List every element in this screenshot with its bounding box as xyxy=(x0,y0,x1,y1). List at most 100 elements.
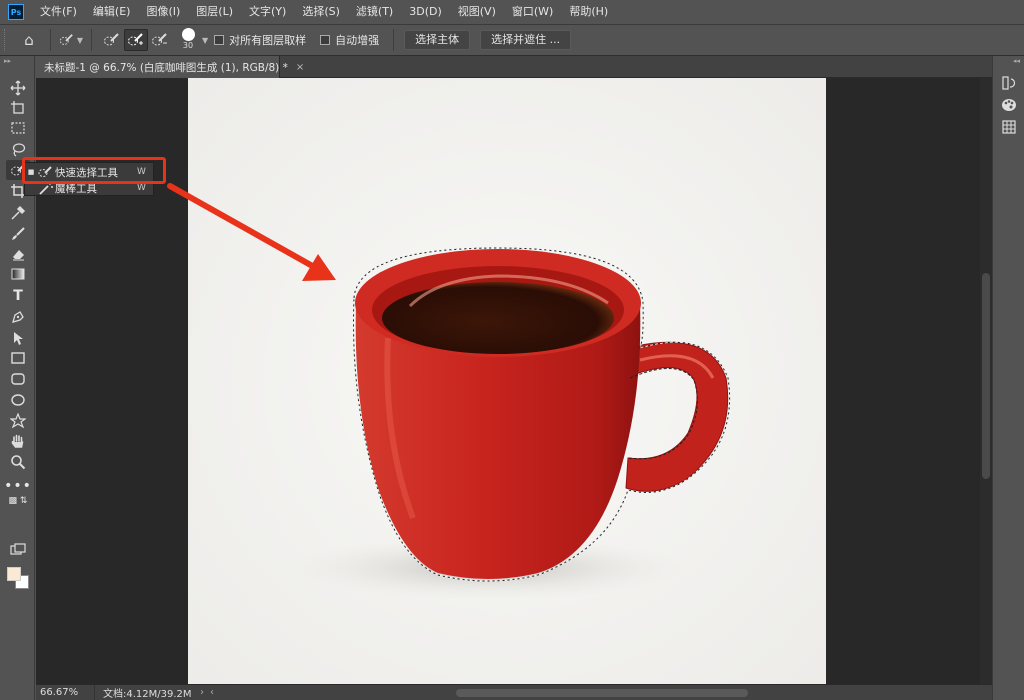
options-grip[interactable] xyxy=(4,29,8,51)
home-icon[interactable]: ⌂ xyxy=(16,28,42,52)
menu-window[interactable]: 窗口(W) xyxy=(504,0,561,24)
brush-picker[interactable]: 30 xyxy=(176,27,200,53)
foreground-color-swatch[interactable] xyxy=(7,567,21,581)
collapse-icon[interactable]: ◂◂ xyxy=(993,56,1024,66)
auto-enhance-checkbox[interactable] xyxy=(320,35,331,45)
photoshop-logo: Ps xyxy=(8,4,24,20)
lasso-tool[interactable] xyxy=(6,139,30,159)
hand-tool[interactable] xyxy=(6,431,30,451)
pen-tool[interactable] xyxy=(6,307,30,327)
quick-selection-icon xyxy=(59,34,73,45)
history-panel-button[interactable] xyxy=(1000,74,1018,92)
right-panel-dock: ◂◂ xyxy=(992,56,1024,700)
eraser-icon xyxy=(13,250,24,261)
move-tool[interactable] xyxy=(6,78,30,98)
rectangle-icon xyxy=(11,352,25,364)
add-to-selection-button[interactable] xyxy=(124,29,148,51)
type-icon: T xyxy=(13,288,23,304)
select-and-mask-button[interactable]: 选择并遮住 ... xyxy=(480,30,572,50)
marquee-tool[interactable] xyxy=(6,118,30,138)
rounded-rectangle-icon xyxy=(11,373,25,385)
lasso-icon xyxy=(12,143,26,157)
subtract-from-selection-button[interactable] xyxy=(148,29,172,51)
options-bar: ⌂ ▼ 30 ▼ 对所有图层取样 自动增强 选择主体 选择并遮住 ... xyxy=(0,24,1024,56)
canvas-workspace[interactable] xyxy=(36,78,980,684)
subtract-selection-icon xyxy=(152,33,167,46)
eyedropper-icon xyxy=(11,205,26,220)
swap-colors-button[interactable]: ▩ ⇅ xyxy=(3,494,33,508)
menu-view[interactable]: 视图(V) xyxy=(450,0,504,24)
pen-icon xyxy=(12,311,24,323)
ellipse-tool[interactable] xyxy=(6,390,30,410)
history-icon xyxy=(1002,76,1016,90)
tool-preset-picker[interactable]: ▼ xyxy=(59,29,83,51)
path-selection-tool[interactable] xyxy=(6,328,30,348)
divider xyxy=(91,29,92,51)
horizontal-scrollbar[interactable] xyxy=(236,688,976,698)
document-canvas[interactable] xyxy=(188,78,826,684)
vertical-scroll-thumb[interactable] xyxy=(982,273,990,479)
coffee-mug-image xyxy=(188,78,826,684)
menu-image[interactable]: 图像(I) xyxy=(138,0,188,24)
type-tool[interactable]: T xyxy=(6,286,30,306)
brush-icon xyxy=(12,227,25,240)
path-selection-icon xyxy=(14,332,23,345)
menu-file[interactable]: 文件(F) xyxy=(32,0,85,24)
tools-panel: ▸▸ T ••• ▩ ⇅ xyxy=(0,56,35,700)
chevron-left-icon[interactable]: ‹ xyxy=(210,687,214,698)
artboard-icon xyxy=(11,101,24,114)
menu-filter[interactable]: 滤镜(T) xyxy=(348,0,401,24)
custom-shape-tool[interactable] xyxy=(6,411,30,431)
eyedropper-tool[interactable] xyxy=(6,203,30,223)
add-selection-icon xyxy=(128,33,143,46)
gradient-icon xyxy=(11,268,25,280)
menu-help[interactable]: 帮助(H) xyxy=(561,0,616,24)
select-subject-button[interactable]: 选择主体 xyxy=(404,30,471,50)
document-tab[interactable]: 未标题-1 @ 66.7% (白底咖啡图生成 (1), RGB/8) * × xyxy=(36,56,304,78)
chevron-right-icon[interactable]: › xyxy=(200,687,204,698)
horizontal-scroll-thumb[interactable] xyxy=(456,689,748,697)
zoom-icon xyxy=(11,455,26,470)
menu-layer[interactable]: 图层(L) xyxy=(188,0,241,24)
status-bar: 66.67% 文档:4.12M/39.2M › ‹ xyxy=(36,684,992,700)
collapse-icon[interactable]: ▸▸ xyxy=(0,56,34,66)
document-tabs: 未标题-1 @ 66.7% (白底咖啡图生成 (1), RGB/8) * × xyxy=(36,56,992,78)
new-selection-button[interactable] xyxy=(100,29,124,51)
hand-icon xyxy=(11,434,24,448)
chevron-down-icon[interactable]: ▼ xyxy=(202,36,208,45)
eraser-tool[interactable] xyxy=(6,244,30,264)
custom-shape-icon xyxy=(10,413,26,429)
new-selection-icon xyxy=(104,33,119,46)
brush-tool[interactable] xyxy=(6,224,30,244)
more-tools-button[interactable]: ••• xyxy=(4,476,31,496)
quick-mask-button[interactable] xyxy=(6,540,30,560)
menu-bar: Ps 文件(F) 编辑(E) 图像(I) 图层(L) 文字(Y) 选择(S) 滤… xyxy=(0,0,1024,24)
menu-edit[interactable]: 编辑(E) xyxy=(85,0,139,24)
move-icon xyxy=(10,80,26,96)
rounded-rectangle-tool[interactable] xyxy=(6,369,30,389)
menu-type[interactable]: 文字(Y) xyxy=(241,0,294,24)
close-icon[interactable]: × xyxy=(296,62,304,73)
menu-3d[interactable]: 3D(D) xyxy=(401,0,450,24)
palette-icon xyxy=(1002,99,1016,111)
artboard-tool[interactable] xyxy=(6,98,30,118)
rectangle-tool[interactable] xyxy=(6,348,30,368)
divider xyxy=(393,29,395,51)
brush-size: 30 xyxy=(182,41,194,50)
document-size-info: 文档:4.12M/39.2M xyxy=(94,685,194,700)
marquee-icon xyxy=(11,122,25,134)
auto-enhance-label: 自动增强 xyxy=(335,34,380,47)
screen-mode-icon xyxy=(10,543,26,555)
swatches-panel-button[interactable] xyxy=(1000,118,1018,136)
annotation-highlight-box xyxy=(22,157,166,184)
vertical-scrollbar[interactable] xyxy=(980,78,992,684)
zoom-level-field[interactable]: 66.67% xyxy=(36,687,94,698)
sample-all-layers-checkbox[interactable] xyxy=(214,35,225,45)
grid-icon xyxy=(1002,120,1016,134)
flyout-item-shortcut: W xyxy=(137,183,146,193)
gradient-tool[interactable] xyxy=(6,264,30,284)
document-tab-title: 未标题-1 @ 66.7% (白底咖啡图生成 (1), RGB/8) * xyxy=(44,61,288,74)
color-panel-button[interactable] xyxy=(1000,96,1018,114)
menu-select[interactable]: 选择(S) xyxy=(294,0,348,24)
zoom-tool[interactable] xyxy=(6,452,30,472)
